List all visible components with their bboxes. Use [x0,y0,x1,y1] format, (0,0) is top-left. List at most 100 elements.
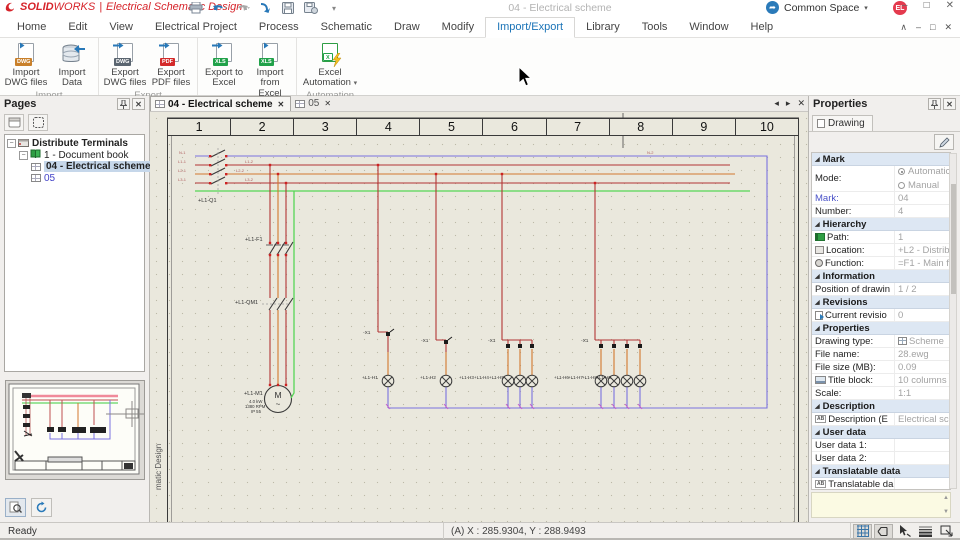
ruler-cell: 1 [168,119,232,135]
scroll-up-icon[interactable]: ▲ [943,495,949,501]
line-weight-button[interactable] [916,524,935,539]
tab-strip-close-button[interactable]: ✕ [797,98,805,109]
thumbnail-zoom-button[interactable] [5,498,26,517]
import-dwg-button[interactable]: DWG Import DWG files [4,40,48,89]
schematic-canvas[interactable]: +L1-Q1 +L1-F1 +L1-QM1 +L1-M1 4.0 kW 1380… [150,112,808,522]
scheme-page-icon [155,100,165,108]
workspace-selector[interactable]: ➦ Common Space ▾ [766,1,868,14]
doc-tab-05[interactable]: 05 ✕ [291,96,337,111]
menu-home[interactable]: Home [6,18,57,37]
tab-close-icon[interactable]: ✕ [324,99,331,108]
mode-manual-radio[interactable] [898,181,905,189]
wire-label: L3-2 [245,177,254,182]
export-to-excel-button[interactable]: XLS Export to Excel [202,40,246,99]
selection-filter-button[interactable] [895,524,914,539]
menu-tools[interactable]: Tools [631,18,679,37]
properties-tab-drawing[interactable]: Drawing [812,115,873,131]
section-properties[interactable]: ◢ Properties [812,322,950,335]
menu-import-export[interactable]: Import/Export [485,17,576,38]
section-description[interactable]: ◢ Description [812,400,950,413]
tree-item-page-05[interactable]: 05 [5,173,144,185]
tree-item-project[interactable]: − Distribute Terminals [5,138,144,150]
menu-process[interactable]: Process [248,18,310,37]
import-data-button[interactable]: Import Data [50,40,94,89]
menu-draw[interactable]: Draw [383,18,431,37]
tab-scroll-right-button[interactable]: ▸ [786,98,791,109]
ribbon-group-export: DWG Export DWG files PDF Export PDF file… [99,38,198,101]
menu-library[interactable]: Library [575,18,631,37]
undo-button[interactable] [211,1,227,15]
page-thumbnail[interactable] [5,380,145,480]
section-information[interactable]: ◢ Information [812,270,950,283]
pages-pin-button[interactable] [117,98,130,110]
section-mark[interactable]: ◢ Mark [812,153,950,166]
section-hierarchy[interactable]: ◢ Hierarchy [812,218,950,231]
doc-restore-button[interactable]: □ [930,22,935,33]
doc-minimize-button[interactable]: – [916,22,921,33]
pages-panel-title: Pages [4,98,37,110]
tree-item-book[interactable]: − 1 - Document book [5,149,144,162]
save-all-button[interactable] [303,1,319,15]
qat-more-button[interactable]: ▾ [326,1,342,15]
gear-icon [815,259,823,267]
document-tab-strip: 04 - Electrical scheme ✕ 05 ✕ ◂ ▸ ✕ [150,96,808,112]
menu-schematic[interactable]: Schematic [310,18,383,37]
prop-row-description: ABDescription (E Electrical scheme [812,413,950,426]
menu-view[interactable]: View [98,18,144,37]
ribbon-collapse-button[interactable]: ∧ [900,22,907,33]
export-dwg-button[interactable]: DWG Export DWG files [103,40,147,89]
ruler-cell: 4 [357,119,421,135]
translate-icon: AB [815,480,827,488]
tree-collapse-icon[interactable]: − [7,139,16,149]
menu-modify[interactable]: Modify [431,18,485,37]
section-translatable-data[interactable]: ◢ Translatable data [812,465,950,478]
scroll-down-icon[interactable]: ▼ [943,509,949,515]
update-arrow-button[interactable] [257,1,273,15]
mode-automatic-radio[interactable] [898,168,905,176]
tree-item-page-04[interactable]: 04 - Electrical scheme [5,161,153,173]
menu-edit[interactable]: Edit [57,18,98,37]
motor-tilde: ~ [276,400,281,409]
section-user-data[interactable]: ◢ User data [812,426,950,439]
prop-row-mode: Mode: Automatic Manual [812,166,950,192]
thumbnail-drawing [8,383,144,475]
properties-close-button[interactable]: ✕ [943,98,956,110]
excel-automation-button[interactable]: X Excel Automation ▾ [301,40,359,89]
doc-close-button[interactable]: ✕ [944,22,952,33]
close-button[interactable]: ✕ [946,0,954,11]
label-h9: +L1-H9 [596,375,611,380]
pages-tool-book-button[interactable] [28,114,48,131]
grid-toggle-button[interactable] [853,523,872,539]
redo-button[interactable] [234,1,250,15]
tab-close-icon[interactable]: ✕ [278,100,285,109]
schematic-wires [195,148,768,414]
book-icon [815,233,825,241]
tab-scroll-left-button[interactable]: ◂ [774,98,779,109]
minimize-button[interactable]: – [902,0,908,11]
thumbnail-refresh-button[interactable] [31,498,52,517]
pages-tool-page-button[interactable] [4,114,24,131]
tree-collapse-icon[interactable]: − [19,150,28,160]
wire-label: L1-2 [245,159,254,164]
export-pdf-button[interactable]: PDF Export PDF files [149,40,193,89]
zoom-area-button[interactable] [937,524,956,539]
menu-help[interactable]: Help [740,18,785,37]
menu-window[interactable]: Window [678,18,739,37]
properties-scrollbar[interactable] [949,153,957,489]
properties-pin-button[interactable] [928,98,941,110]
motor-letter: M [274,390,281,400]
section-revisions[interactable]: ◢ Revisions [812,296,950,309]
export-dwg-icon: DWG [111,41,139,67]
wire-label: L2-1 [178,168,187,173]
schematic-labels: +L1-Q1 +L1-F1 +L1-QM1 +L1-M1 4.0 kW 1380… [198,198,611,414]
print-button[interactable] [188,1,204,15]
import-from-excel-button[interactable]: XLS Import from Excel [248,40,292,99]
edit-properties-button[interactable] [934,134,954,150]
menu-electrical-project[interactable]: Electrical Project [144,18,248,37]
junction-dots [209,155,597,387]
pages-close-button[interactable]: ✕ [132,98,145,110]
snap-toggle-button[interactable] [874,523,893,539]
save-button[interactable] [280,1,296,15]
maximize-button[interactable]: □ [924,0,930,11]
doc-tab-04[interactable]: 04 - Electrical scheme ✕ [150,96,292,111]
